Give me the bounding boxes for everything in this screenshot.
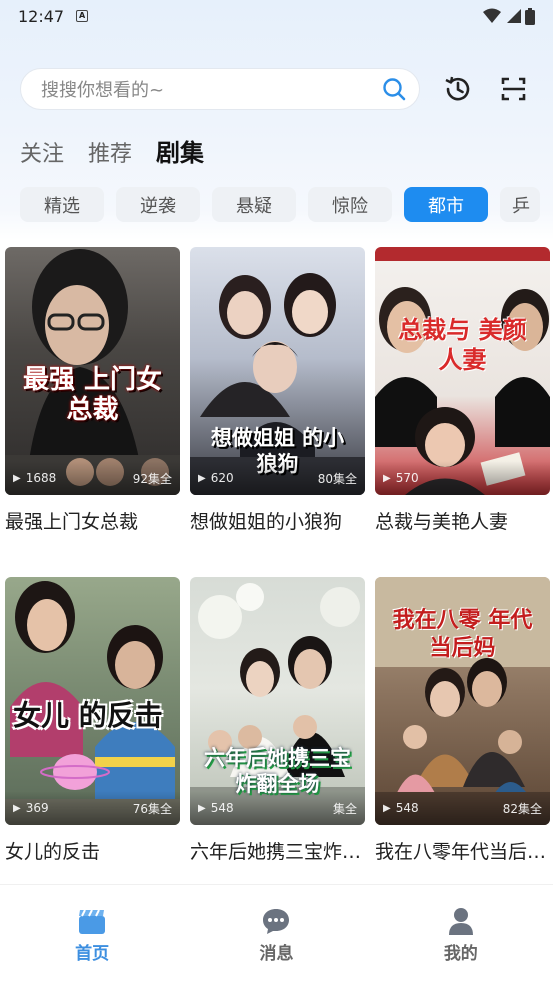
poster-meta: ▶ 570 bbox=[375, 461, 550, 495]
drama-title[interactable]: 六年后她携三宝炸… bbox=[190, 837, 365, 864]
drama-title[interactable]: 想做姐姐的小狼狗 bbox=[190, 507, 365, 534]
poster-title-art: 我在八零 年代当后妈 bbox=[392, 608, 533, 661]
bottom-nav: 首页 消息 我的 bbox=[0, 884, 553, 984]
drama-card[interactable]: 女儿 的反击 ▶ 369 76集全 女儿的反击 bbox=[5, 577, 180, 907]
scan-icon[interactable] bbox=[498, 73, 530, 105]
poster-title-art: 最强 上门女总裁 bbox=[22, 365, 163, 425]
drama-title[interactable]: 总裁与美艳人妻 bbox=[375, 507, 550, 534]
play-count: 369 bbox=[25, 801, 49, 815]
nav-profile[interactable]: 我的 bbox=[369, 885, 553, 984]
drama-poster[interactable]: 最强 上门女总裁 ▶ 1688 92集全 bbox=[5, 247, 180, 495]
genre-chip-comeback[interactable]: 逆袭 bbox=[116, 187, 200, 222]
play-count-icon: ▶ bbox=[198, 802, 206, 814]
genre-filter-row: 精选 逆袭 悬疑 惊险 都市 乒 bbox=[20, 187, 553, 223]
drama-grid: 最强 上门女总裁 ▶ 1688 92集全 最强上门女总裁 想做姐姐 的小 ▶ 6… bbox=[5, 247, 553, 907]
nav-messages[interactable]: 消息 bbox=[184, 885, 368, 984]
play-count: 548 bbox=[210, 801, 234, 815]
poster-meta: ▶ 620 80集全 bbox=[190, 461, 365, 495]
play-count: 570 bbox=[395, 471, 419, 485]
chat-bubble-icon bbox=[263, 909, 290, 934]
drama-poster[interactable]: 我在八零 年代当后妈 ▶ 548 82集全 bbox=[375, 577, 550, 825]
poster-title-art: 总裁与 美颜人妻 bbox=[398, 316, 527, 374]
episode-count: 集全 bbox=[332, 801, 357, 816]
genre-chip-suspense[interactable]: 悬疑 bbox=[212, 187, 296, 222]
poster-meta: ▶ 369 76集全 bbox=[5, 791, 180, 825]
drama-title[interactable]: 女儿的反击 bbox=[5, 837, 180, 864]
drama-poster[interactable]: 想做姐姐 的小狼狗 ▶ 620 80集全 bbox=[190, 247, 365, 495]
episode-count: 80集全 bbox=[317, 471, 357, 486]
poster-title-art: 女儿 的反击 bbox=[13, 699, 163, 732]
play-count: 620 bbox=[210, 471, 234, 485]
top-tabs: 关注 推荐 剧集 bbox=[20, 132, 204, 168]
search-icon[interactable] bbox=[381, 76, 407, 102]
nav-profile-label: 我的 bbox=[443, 944, 478, 964]
user-icon bbox=[448, 908, 473, 935]
drama-poster[interactable]: 女儿 的反击 ▶ 369 76集全 bbox=[5, 577, 180, 825]
nav-home-label: 首页 bbox=[75, 944, 110, 964]
drama-card[interactable]: 六年后她携三宝 炸翻全场 ▶ 548 集全 六年后她携三宝炸… bbox=[190, 577, 365, 907]
nav-messages-label: 消息 bbox=[259, 944, 294, 964]
search-placeholder: 搜搜你想看的~ bbox=[41, 80, 165, 101]
genre-chip-thriller[interactable]: 惊险 bbox=[308, 187, 392, 222]
nav-home[interactable]: 首页 bbox=[0, 885, 184, 984]
history-icon[interactable] bbox=[442, 73, 474, 105]
episode-count: 92集全 bbox=[132, 471, 172, 486]
drama-title[interactable]: 我在八零年代当后… bbox=[375, 837, 550, 864]
play-count: 1688 bbox=[25, 471, 57, 485]
search-row: 搜搜你想看的~ bbox=[20, 68, 535, 110]
tab-series[interactable]: 剧集 bbox=[156, 133, 204, 168]
drama-title[interactable]: 最强上门女总裁 bbox=[5, 507, 180, 534]
play-count-icon: ▶ bbox=[383, 802, 391, 814]
tab-recommend[interactable]: 推荐 bbox=[88, 136, 132, 168]
play-count-icon: ▶ bbox=[13, 802, 21, 814]
poster-meta: ▶ 1688 92集全 bbox=[5, 461, 180, 495]
genre-chip-urban[interactable]: 都市 bbox=[404, 187, 488, 222]
genre-chip-featured[interactable]: 精选 bbox=[20, 187, 104, 222]
signal-icon bbox=[507, 9, 521, 23]
play-count-icon: ▶ bbox=[198, 472, 206, 484]
poster-title-art: 六年后她携三宝 炸翻全场 bbox=[204, 746, 351, 796]
status-icons bbox=[483, 7, 535, 25]
play-count-icon: ▶ bbox=[13, 472, 21, 484]
drama-poster[interactable]: 六年后她携三宝 炸翻全场 ▶ 548 集全 bbox=[190, 577, 365, 825]
episode-count: 76集全 bbox=[132, 801, 172, 816]
poster-meta: ▶ 548 82集全 bbox=[375, 791, 550, 825]
drama-card[interactable]: 想做姐姐 的小狼狗 ▶ 620 80集全 想做姐姐的小狼狗 bbox=[190, 247, 365, 577]
battery-icon bbox=[525, 7, 535, 25]
notification-a-icon: A bbox=[76, 10, 89, 22]
genre-chip-partial[interactable]: 乒 bbox=[500, 187, 540, 222]
status-time: 12:47 bbox=[18, 6, 65, 26]
poster-meta: ▶ 548 集全 bbox=[190, 791, 365, 825]
drama-card[interactable]: 我在八零 年代当后妈 ▶ 548 82集全 我在八零年代当后… bbox=[375, 577, 550, 907]
play-count: 548 bbox=[395, 801, 419, 815]
clapperboard-icon bbox=[79, 909, 106, 934]
play-count-icon: ▶ bbox=[383, 472, 391, 484]
wifi-icon bbox=[483, 8, 501, 23]
search-input[interactable]: 搜搜你想看的~ bbox=[20, 68, 420, 110]
episode-count: 82集全 bbox=[502, 801, 542, 816]
drama-card[interactable]: 最强 上门女总裁 ▶ 1688 92集全 最强上门女总裁 bbox=[5, 247, 180, 577]
tab-follow[interactable]: 关注 bbox=[20, 136, 64, 168]
status-bar: 12:47 A bbox=[0, 0, 553, 32]
drama-poster[interactable]: 总裁与 美颜人妻 ▶ 570 bbox=[375, 247, 550, 495]
drama-card[interactable]: 总裁与 美颜人妻 ▶ 570 总裁与美艳人妻 bbox=[375, 247, 550, 577]
